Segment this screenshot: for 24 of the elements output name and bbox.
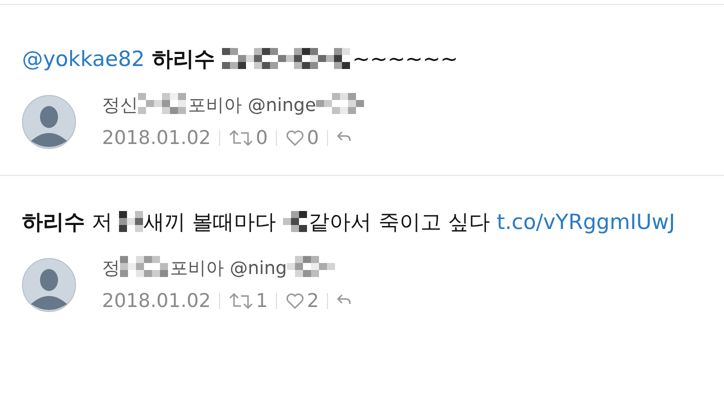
avatar-icon[interactable] <box>22 258 76 312</box>
retweet-button[interactable]: 1 <box>228 290 268 312</box>
redaction-mosaic <box>286 256 337 277</box>
redaction-mosaic <box>138 93 188 114</box>
redaction-mosaic <box>120 256 170 277</box>
mention-link[interactable]: @yokkae82 <box>22 47 145 71</box>
heart-icon <box>284 292 305 310</box>
tweet-link[interactable]: t.co/vYRggmIUwJ <box>496 210 676 234</box>
like-button[interactable]: 2 <box>284 290 319 312</box>
like-button[interactable]: 0 <box>284 127 319 149</box>
retweet-icon <box>228 129 254 147</box>
tweet-date: 2018.01.02 <box>102 290 211 312</box>
redaction-mosaic <box>316 93 366 114</box>
author-name[interactable]: 정신 포비아 @ninge <box>102 93 366 119</box>
retweet-button[interactable]: 0 <box>228 127 268 149</box>
heart-icon <box>284 129 305 147</box>
retweet-icon <box>228 292 254 310</box>
avatar-icon[interactable] <box>22 95 76 149</box>
redaction-mosaic <box>119 211 144 232</box>
author-name[interactable]: 정 포비아 @ning <box>102 256 354 282</box>
tweet-date: 2018.01.02 <box>102 127 211 149</box>
redaction-mosaic <box>282 211 309 232</box>
tweet-text: 하리수 저 새끼 볼때마다 같아서 죽이고 싶다 t.co/vYRggmIUwJ <box>22 209 676 236</box>
tweet-text: @yokkae82 하리수 ~~~~~~ <box>22 46 459 73</box>
